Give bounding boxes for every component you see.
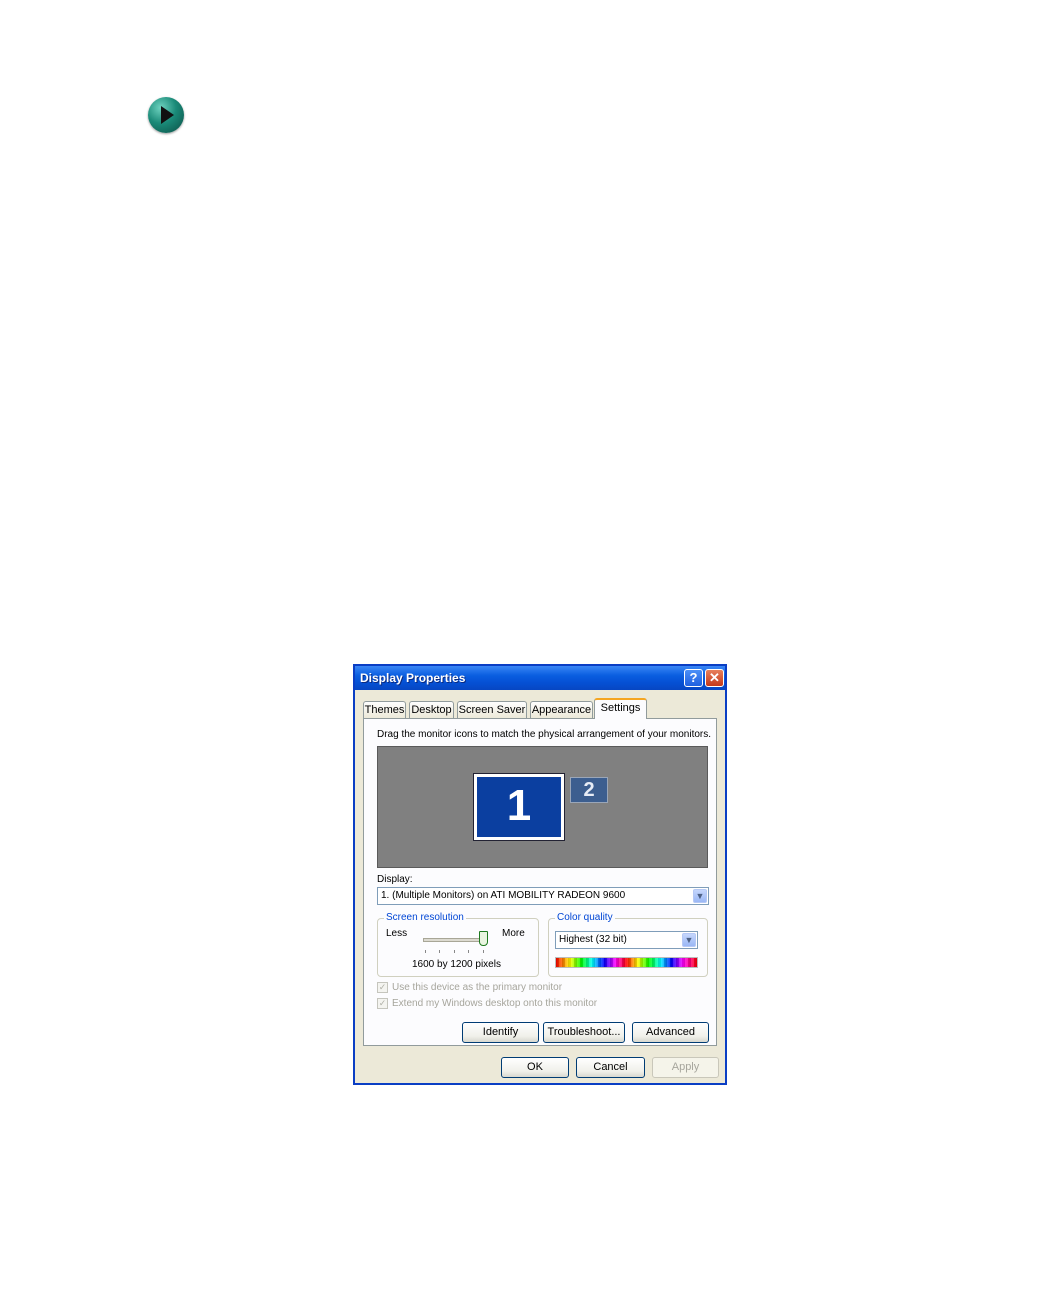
color-quality-value: Highest (32 bit) xyxy=(559,934,627,945)
color-spectrum-bar xyxy=(555,957,698,968)
display-properties-window: Display Properties ? ✕ Themes Desktop Sc… xyxy=(353,664,727,1085)
checkmark-icon: ✓ xyxy=(378,998,387,1008)
next-page-arrow-icon[interactable] xyxy=(148,97,184,133)
dropdown-arrow-icon[interactable]: ▼ xyxy=(693,889,707,903)
slider-tick xyxy=(439,950,440,953)
display-select[interactable]: 1. (Multiple Monitors) on ATI MOBILITY R… xyxy=(377,887,709,905)
resolution-slider-thumb[interactable] xyxy=(479,931,488,946)
tab-desktop[interactable]: Desktop xyxy=(409,701,454,718)
screen-resolution-title: Screen resolution xyxy=(384,912,466,923)
primary-monitor-checkbox[interactable]: ✓ xyxy=(377,982,388,993)
color-quality-group: Color quality Highest (32 bit) ▼ xyxy=(548,912,708,977)
apply-button[interactable]: Apply xyxy=(652,1057,719,1078)
troubleshoot-button[interactable]: Troubleshoot... xyxy=(543,1022,625,1043)
color-quality-select[interactable]: Highest (32 bit) ▼ xyxy=(555,931,698,949)
help-icon[interactable]: ? xyxy=(684,669,703,687)
resolution-value: 1600 by 1200 pixels xyxy=(412,959,501,970)
tab-screen-saver[interactable]: Screen Saver xyxy=(457,701,527,718)
display-select-value: 1. (Multiple Monitors) on ATI MOBILITY R… xyxy=(381,890,626,901)
window-title: Display Properties xyxy=(360,671,466,685)
dropdown-arrow-icon[interactable]: ▼ xyxy=(682,933,696,947)
extend-desktop-checkbox[interactable]: ✓ xyxy=(377,998,388,1009)
screen-resolution-group: Screen resolution Less More 1600 by 1200… xyxy=(377,912,539,977)
resolution-slider-track[interactable] xyxy=(423,938,487,942)
instruction-text: Drag the monitor icons to match the phys… xyxy=(377,729,712,740)
checkmark-icon: ✓ xyxy=(378,982,387,992)
monitor-arrangement-area[interactable]: 1 2 xyxy=(377,746,708,868)
identify-button[interactable]: Identify xyxy=(462,1022,539,1043)
close-icon[interactable]: ✕ xyxy=(705,669,724,687)
tab-themes[interactable]: Themes xyxy=(363,701,406,718)
display-label: Display: xyxy=(377,874,413,885)
slider-tick xyxy=(454,950,455,953)
primary-monitor-label: Use this device as the primary monitor xyxy=(392,982,563,993)
extend-desktop-label: Extend my Windows desktop onto this moni… xyxy=(392,998,598,1009)
less-label: Less xyxy=(386,928,408,939)
slider-tick xyxy=(425,950,426,953)
monitor-2-icon[interactable]: 2 xyxy=(570,777,608,803)
tab-appearance[interactable]: Appearance xyxy=(530,701,593,718)
slider-tick xyxy=(468,950,469,953)
settings-panel: Drag the monitor icons to match the phys… xyxy=(363,718,717,1046)
cancel-button[interactable]: Cancel xyxy=(576,1057,645,1078)
monitor-1-icon[interactable]: 1 xyxy=(473,773,565,841)
color-quality-title: Color quality xyxy=(555,912,615,923)
slider-tick xyxy=(483,950,484,953)
ok-button[interactable]: OK xyxy=(501,1057,569,1078)
more-label: More xyxy=(502,928,525,939)
tab-settings[interactable]: Settings xyxy=(594,698,647,719)
advanced-button[interactable]: Advanced xyxy=(632,1022,709,1043)
title-bar[interactable]: Display Properties ? ✕ xyxy=(355,666,725,690)
